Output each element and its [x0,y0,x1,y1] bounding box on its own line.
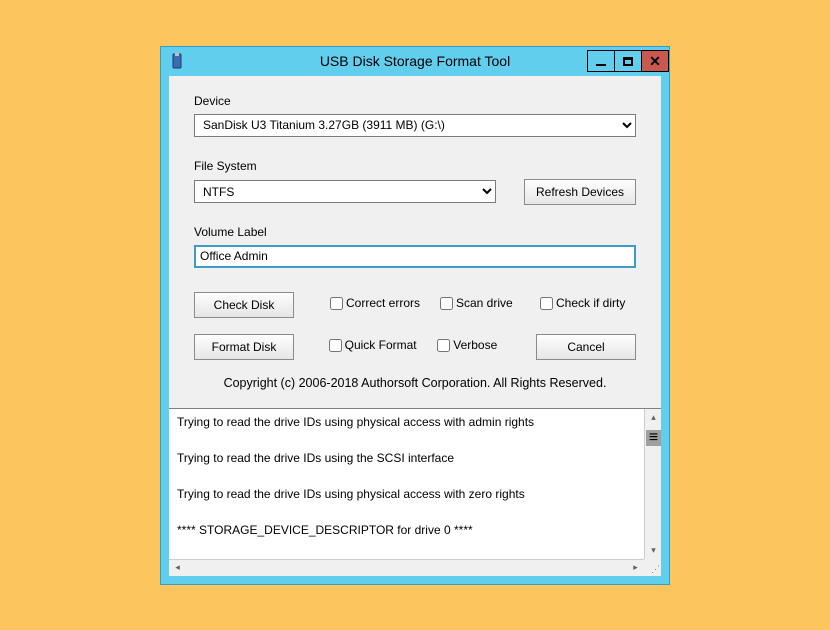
check-if-dirty-checkbox[interactable]: Check if dirty [540,296,625,310]
log-panel: Trying to read the drive IDs using physi… [169,408,661,576]
log-line: **** STORAGE_DEVICE_DESCRIPTOR for drive… [177,523,653,537]
maximize-button[interactable] [614,50,642,72]
check-if-dirty-label: Check if dirty [556,296,625,310]
refresh-devices-button[interactable]: Refresh Devices [524,179,636,205]
log-line: Trying to read the drive IDs using physi… [177,415,653,429]
copyright-text: Copyright (c) 2006-2018 Authorsoft Corpo… [194,376,636,390]
check-disk-button[interactable]: Check Disk [194,292,294,318]
scroll-right-icon[interactable]: ▸ [627,559,644,576]
device-select[interactable]: SanDisk U3 Titanium 3.27GB (3911 MB) (G:… [194,114,636,137]
close-button[interactable]: ✕ [641,50,669,72]
minimize-button[interactable] [587,50,615,72]
scroll-left-icon[interactable]: ◂ [169,559,186,576]
volume-label-label: Volume Label [194,225,636,239]
window-controls: ✕ [588,50,669,72]
horizontal-scrollbar[interactable]: ◂ ▸ ⋰ [169,559,661,576]
scan-drive-checkbox[interactable]: Scan drive [440,296,513,310]
scroll-thumb[interactable]: ≡ [646,430,661,446]
scroll-down-icon[interactable]: ▾ [645,542,662,559]
filesystem-select[interactable]: NTFS [194,180,496,203]
correct-errors-label: Correct errors [346,296,420,310]
verbose-label: Verbose [453,338,497,352]
app-window: USB Disk Storage Format Tool ✕ Device Sa… [160,46,670,585]
format-disk-button[interactable]: Format Disk [194,334,294,360]
quick-format-label: Quick Format [345,338,417,352]
titlebar[interactable]: USB Disk Storage Format Tool ✕ [161,47,669,76]
window-frame: Device SanDisk U3 Titanium 3.27GB (3911 … [161,76,669,584]
volume-label-input[interactable] [194,245,636,268]
filesystem-label: File System [194,159,636,173]
verbose-checkbox[interactable]: Verbose [437,338,497,352]
log-output[interactable]: Trying to read the drive IDs using physi… [169,409,661,559]
log-line: Trying to read the drive IDs using the S… [177,451,653,465]
vertical-scrollbar[interactable]: ▴ ≡ ▾ [644,409,661,559]
cancel-button[interactable]: Cancel [536,334,636,360]
app-icon [169,53,185,69]
correct-errors-checkbox[interactable]: Correct errors [330,296,420,310]
check-row: Check Disk Correct errors Scan drive Che… [194,292,636,318]
scroll-track[interactable] [645,446,661,542]
device-label: Device [194,94,636,108]
format-row: Format Disk Quick Format Verbose Cancel [194,334,636,360]
quick-format-checkbox[interactable]: Quick Format [329,338,417,352]
log-line: Trying to read the drive IDs using physi… [177,487,653,501]
form-area: Device SanDisk U3 Titanium 3.27GB (3911 … [169,76,661,408]
resize-grip-icon[interactable]: ⋰ [644,559,661,576]
scroll-up-icon[interactable]: ▴ [645,409,662,426]
scan-drive-label: Scan drive [456,296,513,310]
